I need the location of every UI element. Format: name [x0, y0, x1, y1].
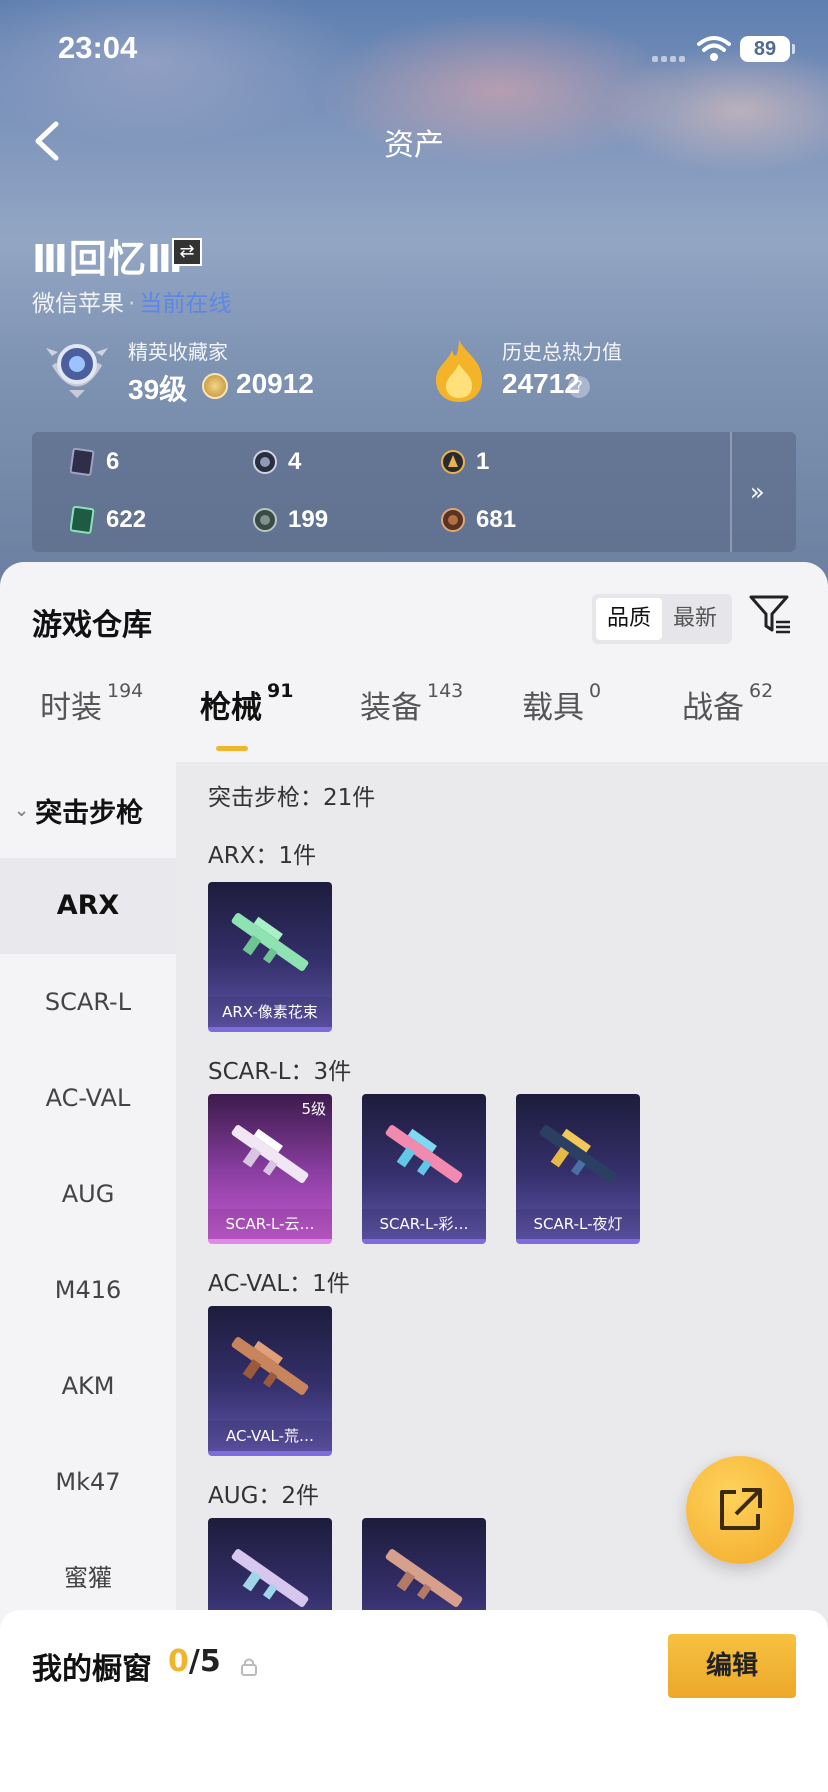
card-dark-icon [70, 448, 95, 476]
filter-icon[interactable] [748, 592, 792, 636]
rifle-skin-icon [539, 1125, 617, 1183]
sidebar-item-m416[interactable]: M416 [0, 1242, 176, 1338]
inventory-count-item: 622 [70, 506, 146, 534]
group-label-aug: AUG：2件 [208, 1483, 320, 1509]
battery-indicator: 89 [740, 36, 795, 62]
group-label-ac-val: AC-VAL：1件 [208, 1271, 350, 1297]
coin-bronze-icon [441, 508, 465, 532]
inventory-count-item: 1 [440, 448, 489, 476]
inventory-summary[interactable] [32, 432, 796, 552]
sidebar-item-aug[interactable]: AUG [0, 1146, 176, 1242]
tab-vehicles[interactable]: 载具 0 [522, 680, 601, 727]
rifle-skin-icon [231, 913, 309, 971]
weapon-card[interactable]: ARX-像素花束 [208, 882, 332, 1032]
collector-title: 精英收藏家 [128, 340, 228, 364]
platform-label: 微信苹果 [32, 291, 124, 317]
inventory-expand-icon[interactable]: » [750, 478, 765, 506]
group-label-scar-l: SCAR-L：3件 [208, 1059, 352, 1085]
sidebar-item-ac-val[interactable]: AC-VAL [0, 1050, 176, 1146]
chevron-down-icon: ⌄ [14, 799, 30, 821]
rifle-skin-icon [231, 1125, 309, 1183]
weapon-card[interactable]: SCAR-L-彩… [362, 1094, 486, 1244]
sort-newest-button[interactable]: 最新 [662, 598, 728, 640]
player-platform: 微信苹果 · 当前在线 [32, 291, 232, 317]
group-label-arx: ARX：1件 [208, 843, 317, 869]
wifi-icon [697, 36, 731, 61]
category-tabs: 时装 194 枪械 91 装备 143 载具 0 战备 62 [0, 680, 828, 762]
rifle-skin-icon [385, 1549, 463, 1607]
weapon-card-name: SCAR-L-云… [208, 1209, 332, 1239]
sidebar-item-mk47[interactable]: Mk47 [0, 1434, 176, 1530]
total-count-label: 突击步枪：21件 [208, 785, 376, 811]
weapon-card-name: SCAR-L-夜灯 [516, 1209, 640, 1239]
status-time: 23:04 [58, 30, 138, 65]
inventory-count-item: 6 [70, 448, 119, 476]
tab-weapons[interactable]: 枪械 91 [200, 680, 293, 727]
sidebar-category-assault-rifles[interactable]: ⌄ 突击步枪 [0, 762, 176, 858]
weapon-card[interactable]: 5级 SCAR-L-云… [208, 1094, 332, 1244]
sidebar-item-akm[interactable]: AKM [0, 1338, 176, 1434]
edit-showcase-button[interactable]: 编辑 [668, 1634, 796, 1698]
active-tab-underline [216, 746, 248, 751]
weapon-card-name: ARX-像素花束 [208, 997, 332, 1027]
collector-rank-badge-icon [46, 344, 108, 398]
inventory-divider [730, 432, 732, 552]
share-external-icon [720, 1488, 762, 1530]
coin-grey-icon [253, 508, 277, 532]
heat-title: 历史总热力值 [502, 340, 622, 364]
cellular-signal-icon [652, 47, 688, 66]
showcase-title: 我的橱窗 [32, 1652, 152, 1687]
weapon-card[interactable]: AC-VAL-荒… [208, 1306, 332, 1456]
sort-quality-button[interactable]: 品质 [596, 598, 662, 640]
page-title: 资产 [384, 128, 444, 163]
tab-fashion[interactable]: 时装 194 [40, 680, 143, 727]
player-name: Ⅲ回忆Ⅲ [32, 237, 184, 281]
collector-level: 39级 [128, 374, 188, 405]
showcase-bar: 我的橱窗 0/5 编辑 [0, 1610, 828, 1792]
rifle-skin-icon [385, 1125, 463, 1183]
sidebar-item-scar-l[interactable]: SCAR-L [0, 954, 176, 1050]
medal-gold-icon [441, 450, 465, 474]
card-green-icon [70, 506, 95, 534]
lock-icon [241, 1658, 257, 1676]
share-fab-button[interactable] [686, 1456, 794, 1564]
online-status-link[interactable]: 当前在线 [139, 291, 231, 317]
collection-points-icon [202, 373, 228, 399]
inventory-count-item: 199 [252, 506, 328, 534]
switch-account-icon[interactable]: ⇄ [172, 238, 202, 266]
tab-equipment[interactable]: 装备 143 [360, 680, 463, 727]
rifle-skin-icon [231, 1549, 309, 1607]
inventory-count-item: 681 [440, 506, 516, 534]
weapon-card[interactable]: SCAR-L-夜灯 [516, 1094, 640, 1244]
collection-points: 20912 [236, 368, 314, 399]
medal-silver-icon [253, 450, 277, 474]
warehouse-panel: 游戏仓库 品质 最新 时装 194 枪械 91 装备 143 载具 0 战备 62 ⌄ 突击… [0, 562, 828, 1792]
heat-flame-icon [436, 340, 482, 402]
weapon-card-name: SCAR-L-彩… [362, 1209, 486, 1239]
warehouse-title: 游戏仓库 [32, 608, 152, 643]
tab-supplies[interactable]: 战备 62 [682, 680, 773, 727]
weapon-card-name: AC-VAL-荒… [208, 1421, 332, 1451]
sort-toggle: 品质 最新 [592, 594, 732, 644]
status-bar: 23:04 89 [0, 0, 828, 100]
inventory-count-item: 4 [252, 448, 301, 476]
sidebar-item-arx[interactable]: ARX [0, 858, 176, 954]
rifle-skin-icon [231, 1337, 309, 1395]
showcase-count: 0/5 [168, 1644, 221, 1679]
heat-help-icon[interactable]: ? [568, 376, 590, 398]
